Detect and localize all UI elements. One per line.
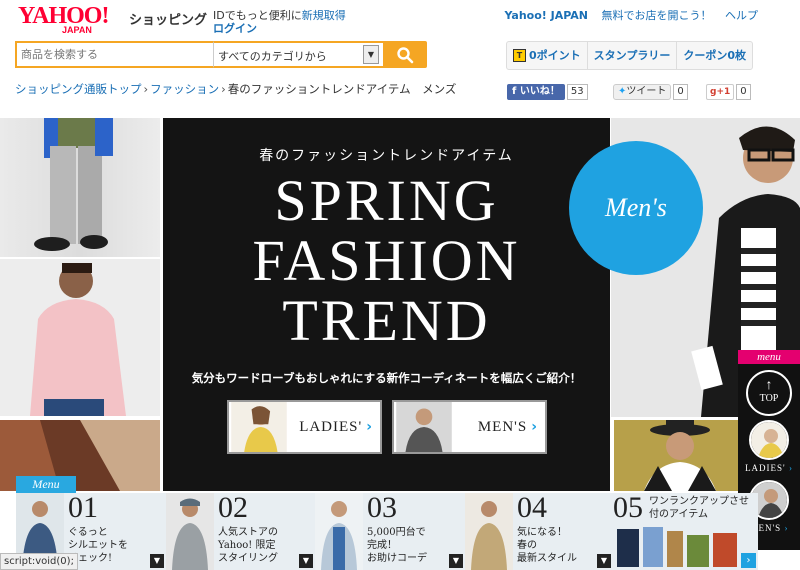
ladies-thumbnail <box>231 402 287 452</box>
side-ladies-label-text: LADIES' <box>745 463 786 473</box>
back-to-top-button[interactable]: ↑ TOP <box>746 370 792 416</box>
coupon-tab[interactable]: クーポン0枚 <box>677 42 752 69</box>
model-photo-right-2[interactable] <box>614 420 739 491</box>
back-to-top-label: TOP <box>759 393 779 405</box>
facebook-like-button[interactable]: f いいね！ <box>507 84 565 100</box>
category-select[interactable]: すべてのカテゴリから <box>213 41 383 68</box>
user-tabs: T 0ポイント スタンプラリー クーポン0枚 <box>506 41 753 70</box>
login-link[interactable]: ログイン <box>213 20 257 36</box>
hero-subtitle: 春のファッショントレンドアイテム <box>259 148 514 164</box>
breadcrumb-item-top[interactable]: ショッピング通販トップ <box>15 82 142 96</box>
menu-strip: 01 ぐるっと シルエットを チェック! ▼ 02 人気ストアの Yahoo! … <box>16 493 758 570</box>
coupon-label: クーポン0枚 <box>683 49 746 62</box>
chevron-down-icon: ▼ <box>449 554 463 568</box>
breadcrumb: ショッピング通販トップ › ファッション › 春のファッショントレンドアイテム メンズ <box>15 81 456 97</box>
mens-button-label: MEN'S <box>477 418 528 435</box>
points-label: 0ポイント <box>529 49 581 62</box>
menu-item-02-text: 人気ストアの Yahoo! 限定 スタイリング <box>218 527 278 564</box>
gplus-button[interactable]: g+1 <box>706 84 735 100</box>
breadcrumb-separator: › <box>143 82 149 96</box>
model-photo-left-2[interactable] <box>0 259 160 416</box>
menu-item-02-image <box>166 493 214 570</box>
menu-item-03[interactable]: 03 5,000円台で 完成！ お助けコーデ ▼ <box>315 493 463 570</box>
t-point-icon: T <box>513 49 526 62</box>
status-bar: script:void(0); <box>0 553 78 570</box>
service-name[interactable]: ショッピング <box>129 9 207 28</box>
menu-item-04-image <box>465 493 513 570</box>
menu-item-01-number: 01 <box>68 493 98 524</box>
chevron-right-icon: › <box>788 463 793 473</box>
search-icon <box>397 46 414 63</box>
hero-title-line-1: SPRING <box>274 168 499 233</box>
menu-item-04[interactable]: 04 気になる！ 春の 最新スタイル ▼ <box>465 493 611 570</box>
menu-item-04-number: 04 <box>517 493 547 524</box>
menu-item-05-text: ワンランクアップさせ 付のアイテム <box>649 496 749 520</box>
ladies-button[interactable]: LADIES' › <box>227 400 382 454</box>
chevron-down-icon: ▼ <box>150 554 164 568</box>
menu-item-02-number: 02 <box>218 493 248 524</box>
hero-description: 気分もワードローブもおしゃれにする新作コーディネートを幅広くご紹介！ <box>191 371 582 385</box>
yahoo-japan-link[interactable]: Yahoo! JAPAN <box>504 9 588 22</box>
mens-badge-label: Men's <box>605 193 667 222</box>
chevron-right-icon: › <box>531 419 537 435</box>
facebook-like: f いいね！ 53 <box>507 84 588 100</box>
ladies-button-label: LADIES' <box>299 418 363 435</box>
stamp-rally-tab[interactable]: スタンプラリー <box>588 42 678 69</box>
side-ladies-thumb[interactable] <box>749 420 789 460</box>
menu-item-03-number: 03 <box>367 493 397 524</box>
menu-item-05[interactable]: 05 ワンランクアップさせ 付のアイテム <box>613 493 758 570</box>
menu-item-03-image <box>315 493 363 570</box>
mens-thumbnail <box>396 402 452 452</box>
logo-japan-text: JAPAN <box>62 25 92 35</box>
menu-item-04-text: 気になる！ 春の 最新スタイル <box>517 527 577 564</box>
chevron-down-icon: ▼ <box>299 554 313 568</box>
chevron-right-icon: › <box>784 523 789 533</box>
gplus-count: 0 <box>736 84 751 100</box>
model-hat-image <box>614 420 739 491</box>
facebook-like-label: いいね！ <box>519 86 560 97</box>
menu-item-02[interactable]: 02 人気ストアの Yahoo! 限定 スタイリング ▼ <box>166 493 313 570</box>
logo-yahoo-text[interactable]: YAHOO! <box>18 4 109 28</box>
hero-title-line-2: FASHION <box>252 228 521 293</box>
hero-title-line-3: TREND <box>282 288 491 353</box>
tweet: ✦ツイート 0 <box>613 84 688 100</box>
tweet-button[interactable]: ✦ツイート <box>613 84 672 100</box>
chevron-right-icon: › <box>366 419 372 435</box>
mens-badge: Men's <box>569 141 703 275</box>
signup-link[interactable]: 新規取得 <box>302 9 346 22</box>
breadcrumb-separator: › <box>221 82 226 96</box>
breadcrumb-item-fashion[interactable]: ファッション <box>150 82 219 96</box>
breadcrumb-current: 春のファッショントレンドアイテム メンズ <box>227 82 457 96</box>
search-button[interactable] <box>383 41 427 68</box>
model-photo-left-1[interactable] <box>0 118 160 257</box>
chevron-down-icon[interactable]: ▼ <box>363 45 379 64</box>
top-links: Yahoo! JAPAN 無料でお店を開こう！ ヘルプ <box>494 7 758 23</box>
facebook-like-count: 53 <box>566 84 588 100</box>
gplus: g+1 0 <box>706 84 751 100</box>
tweet-count: 0 <box>673 84 688 100</box>
open-store-link[interactable]: 無料でお店を開こう！ <box>602 9 712 22</box>
category-select-value: すべてのカテゴリから <box>218 50 327 63</box>
chevron-right-icon[interactable]: › <box>741 553 756 568</box>
tweet-label: ツイート <box>626 86 667 97</box>
search-input[interactable] <box>15 41 213 68</box>
menu-item-03-text: 5,000円台で 完成！ お助けコーデ <box>367 527 427 564</box>
side-ladies-image <box>751 422 787 458</box>
model-pink-shirt-image <box>30 263 126 416</box>
help-link[interactable]: ヘルプ <box>725 9 758 22</box>
chevron-down-icon: ▼ <box>597 554 611 568</box>
stamp-rally-label: スタンプラリー <box>593 49 671 62</box>
arrow-up-icon: ↑ <box>765 378 773 393</box>
mens-button[interactable]: MEN'S › <box>392 400 547 454</box>
menu-item-05-image <box>617 527 737 567</box>
menu-strip-tab: Menu <box>16 476 76 493</box>
menu-item-05-number: 05 <box>613 493 643 524</box>
hero-banner: 春のファッショントレンドアイテム SPRING FASHION TREND 気分… <box>163 118 610 491</box>
side-menu-header: menu <box>738 350 800 364</box>
model-pants-image <box>34 118 113 251</box>
points-tab[interactable]: T 0ポイント <box>507 42 588 69</box>
side-ladies-label[interactable]: LADIES' › <box>738 463 800 473</box>
